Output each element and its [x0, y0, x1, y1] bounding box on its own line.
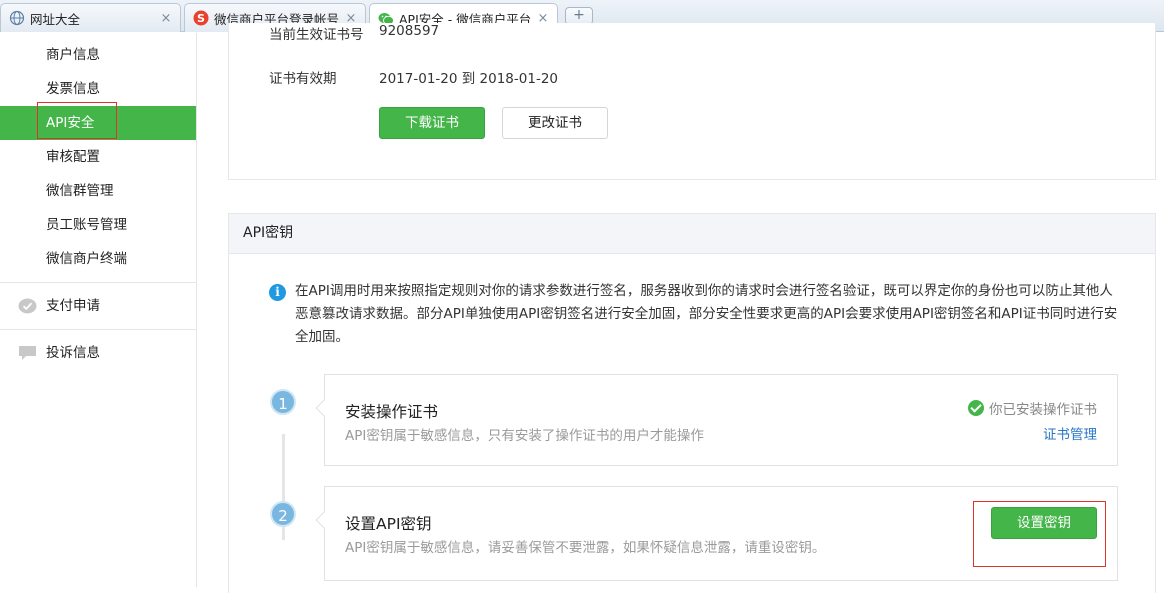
globe-icon — [9, 10, 25, 26]
sogou-logo-icon: S — [193, 10, 209, 26]
info-icon: i — [269, 284, 286, 301]
step-title: 设置API密钥 — [345, 515, 432, 533]
check-circle-icon — [968, 400, 984, 416]
sidebar-group-label: 投诉信息 — [46, 345, 100, 361]
payment-icon — [18, 298, 37, 314]
status-text: 你已安装操作证书 — [989, 402, 1097, 418]
step-number: 2 — [270, 501, 296, 527]
close-icon[interactable]: × — [160, 11, 172, 26]
api-key-info-text: 在API调用时用来按照指定规则对你的请求参数进行签名，服务器收到你的请求时会进行… — [295, 283, 1118, 345]
current-cert-value: 9208597 — [379, 23, 440, 39]
tab-label: 网址大全 — [30, 11, 81, 27]
sidebar-group-payment-apply[interactable]: 支付申请 — [0, 282, 196, 328]
sidebar-item-merchant-terminal[interactable]: 微信商户终端 — [0, 242, 196, 276]
sidebar-item-staff-account[interactable]: 员工账号管理 — [0, 208, 196, 242]
comment-icon — [19, 346, 36, 360]
step-number: 1 — [270, 389, 296, 415]
change-cert-button[interactable]: 更改证书 — [502, 107, 608, 139]
sidebar-item-audit-config[interactable]: 审核配置 — [0, 140, 196, 174]
card-arrow — [315, 511, 333, 529]
cert-validity-value: 2017-01-20 到 2018-01-20 — [379, 71, 558, 87]
download-cert-button[interactable]: 下载证书 — [379, 107, 485, 139]
cert-panel: 当前生效证书号 9208597 证书有效期 2017-01-20 到 2018-… — [228, 23, 1156, 180]
cert-installed-status: 你已安装操作证书 — [968, 398, 1097, 418]
step-desc: API密钥属于敏感信息，请妥善保管不要泄露，如果怀疑信息泄露，请重设密钥。 — [345, 540, 826, 556]
browser-tab-hao[interactable]: 网址大全 × — [0, 3, 181, 32]
step-desc: API密钥属于敏感信息，只有安装了操作证书的用户才能操作 — [345, 428, 704, 444]
sidebar-item-merchant-info[interactable]: 商户信息 — [0, 38, 196, 72]
sidebar-item-invoice-info[interactable]: 发票信息 — [0, 72, 196, 106]
step-install-cert-card: 安装操作证书 API密钥属于敏感信息，只有安装了操作证书的用户才能操作 你已安装… — [315, 374, 1118, 466]
api-key-title: API密钥 — [229, 214, 1155, 254]
card-arrow — [315, 399, 333, 417]
sidebar-group-label: 支付申请 — [46, 298, 100, 314]
highlight-box — [973, 501, 1106, 567]
current-cert-label: 当前生效证书号 — [269, 27, 364, 43]
sidebar-item-wechat-group[interactable]: 微信群管理 — [0, 174, 196, 208]
cert-management-link[interactable]: 证书管理 — [1043, 423, 1097, 443]
svg-text:S: S — [197, 12, 205, 25]
step-title: 安装操作证书 — [345, 403, 439, 421]
sidebar-group-complaints[interactable]: 投诉信息 — [0, 329, 196, 375]
cert-validity-label: 证书有效期 — [269, 71, 337, 87]
highlight-box — [37, 102, 117, 139]
